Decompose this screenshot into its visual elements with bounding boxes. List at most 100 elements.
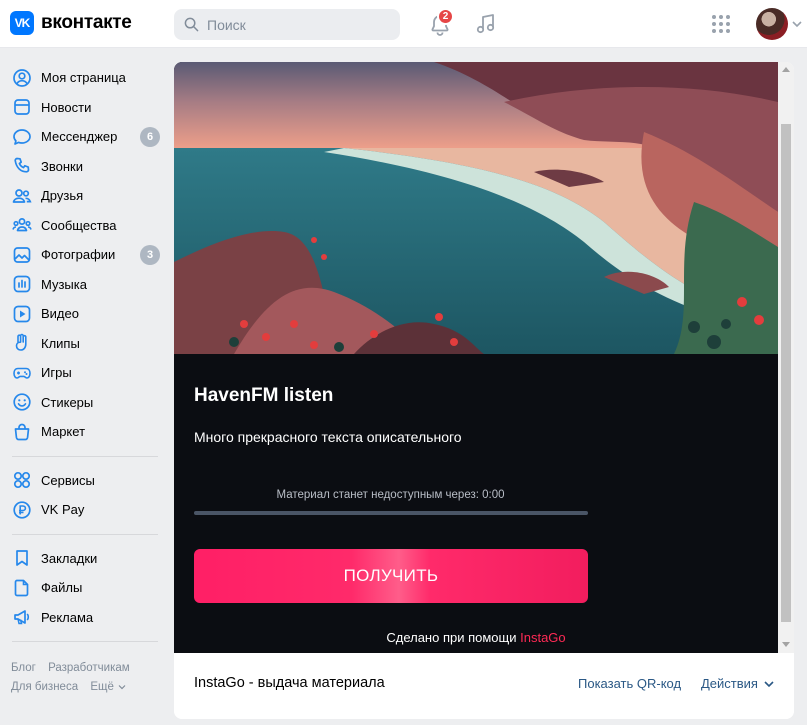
- made-with-credit: Сделано при помощи InstaGo: [174, 630, 778, 645]
- actions-dropdown[interactable]: Действия: [701, 676, 774, 691]
- sidebar-item-label: Моя страница: [41, 70, 126, 86]
- photos-count-badge: 3: [140, 244, 160, 265]
- search-icon: [184, 17, 199, 32]
- top-header: VK вконтакте Поиск 2: [0, 0, 807, 48]
- get-button[interactable]: ПОЛУЧИТЬ: [194, 549, 588, 603]
- sidebar-item-label: Сервисы: [41, 472, 95, 488]
- sidebar-item-bookmarks[interactable]: Закладки: [0, 544, 170, 574]
- timer-progress-bar: [194, 511, 588, 515]
- music-bars-icon: [13, 275, 31, 293]
- communities-icon: [12, 218, 32, 232]
- sidebar-divider: [12, 455, 158, 457]
- sidebar-item-label: Новости: [41, 99, 92, 115]
- sidebar-divider: [12, 533, 158, 535]
- sidebar-item-label: Файлы: [41, 580, 83, 596]
- photo-icon: [13, 246, 31, 263]
- sidebar-item-label: Музыка: [41, 276, 87, 292]
- sidebar-item-label: VK Pay: [41, 502, 85, 518]
- footer-link-business[interactable]: Для бизнеса: [11, 681, 78, 693]
- vk-logo-mark: VK: [10, 11, 34, 35]
- smile-icon: [13, 393, 31, 411]
- sidebar-item-label: Сообщества: [41, 217, 117, 233]
- availability-timer: Материал станет недоступным через: 0:00: [276, 489, 505, 501]
- sidebar-item-services[interactable]: Сервисы: [0, 466, 170, 496]
- apps-grid-icon[interactable]: [711, 14, 731, 34]
- sidebar-item-calls[interactable]: Звонки: [0, 152, 170, 182]
- search-placeholder: Поиск: [207, 16, 246, 33]
- chevron-down-icon[interactable]: [792, 20, 802, 28]
- chevron-down-icon: [764, 680, 774, 687]
- footer-link-blog[interactable]: Блог: [11, 662, 36, 674]
- messenger-count-badge: 6: [140, 126, 160, 147]
- market-bag-icon: [14, 423, 30, 441]
- sidebar-item-communities[interactable]: Сообщества: [0, 211, 170, 241]
- music-icon[interactable]: [474, 12, 498, 36]
- sidebar-item-label: Фотографии: [41, 247, 116, 263]
- sidebar-item-label: Стикеры: [41, 394, 94, 410]
- sidebar-item-label: Друзья: [41, 188, 84, 204]
- search-input[interactable]: Поиск: [174, 9, 400, 40]
- sidebar-item-clips[interactable]: Клипы: [0, 329, 170, 359]
- bookmark-icon: [16, 550, 28, 567]
- phone-icon: [14, 157, 30, 173]
- friends-icon: [12, 188, 32, 203]
- sidebar-item-label: Клипы: [41, 335, 80, 351]
- user-circle-icon: [13, 68, 31, 87]
- sidebar-item-label: Реклама: [41, 609, 94, 625]
- sidebar-item-label: Мессенджер: [41, 129, 118, 145]
- sidebar-item-messenger[interactable]: Мессенджер 6: [0, 122, 170, 152]
- sidebar-item-label: Игры: [41, 365, 72, 381]
- vk-logo-text: вконтакте: [41, 12, 132, 33]
- app-scrollbar[interactable]: [778, 62, 794, 653]
- app-name: InstaGo - выдача материала: [194, 675, 385, 691]
- sidebar-footer-links: Блог Разработчикам Для бизнеса Ещё: [11, 659, 161, 697]
- services-icon: [13, 472, 31, 489]
- sidebar-item-stickers[interactable]: Стикеры: [0, 388, 170, 418]
- video-icon: [13, 305, 31, 323]
- card-footer: InstaGo - выдача материала Показать QR-к…: [174, 653, 794, 719]
- file-icon: [14, 579, 29, 597]
- sidebar-item-label: Закладки: [41, 550, 98, 566]
- chevron-down-icon: [118, 685, 126, 690]
- ruble-icon: [13, 501, 31, 519]
- sidebar-item-label: Звонки: [41, 158, 83, 174]
- sidebar-item-video[interactable]: Видео: [0, 299, 170, 329]
- notification-badge: 2: [437, 8, 454, 25]
- sidebar-divider: [12, 641, 158, 642]
- sidebar-item-label: Маркет: [41, 424, 86, 440]
- avatar[interactable]: [756, 8, 788, 40]
- vk-logo[interactable]: VK вконтакте: [10, 11, 132, 35]
- show-qr-button[interactable]: Показать QR-код: [578, 676, 681, 691]
- sidebar-item-vk-pay[interactable]: VK Pay: [0, 495, 170, 525]
- hero-landscape-illustration: [174, 62, 778, 354]
- footer-link-developers[interactable]: Разработчикам: [48, 662, 130, 674]
- sidebar-item-market[interactable]: Маркет: [0, 417, 170, 447]
- app-title: HavenFM listen: [194, 385, 334, 406]
- sidebar-item-news[interactable]: Новости: [0, 93, 170, 123]
- made-with-prefix: Сделано при помощи: [386, 630, 521, 645]
- sidebar-item-photos[interactable]: Фотографии 3: [0, 240, 170, 270]
- sidebar-item-music[interactable]: Музыка: [0, 270, 170, 300]
- sidebar-item-files[interactable]: Файлы: [0, 573, 170, 603]
- sidebar-item-games[interactable]: Игры: [0, 358, 170, 388]
- sidebar-item-ads[interactable]: Реклама: [0, 603, 170, 633]
- gamepad-icon: [13, 367, 31, 379]
- news-icon: [14, 99, 30, 116]
- footer-link-more[interactable]: Ещё: [90, 681, 126, 693]
- scroll-up-arrow-icon[interactable]: [782, 67, 790, 72]
- actions-label: Действия: [701, 676, 758, 691]
- scroll-thumb[interactable]: [781, 124, 791, 622]
- clips-icon: [15, 334, 27, 352]
- megaphone-icon: [14, 610, 30, 625]
- left-sidebar: Моя страница Новости Мессенджер 6 Звонки…: [0, 63, 170, 651]
- app-card: HavenFM listen Много прекрасного текста …: [174, 62, 794, 719]
- sidebar-item-label: Видео: [41, 306, 79, 322]
- sidebar-item-my-page[interactable]: Моя страница: [0, 63, 170, 93]
- app-description: Много прекрасного текста описательного: [194, 429, 462, 445]
- instago-link[interactable]: InstaGo: [520, 630, 566, 645]
- footer-more-label: Ещё: [90, 681, 114, 693]
- app-iframe: HavenFM listen Много прекрасного текста …: [174, 62, 778, 653]
- sidebar-item-friends[interactable]: Друзья: [0, 181, 170, 211]
- message-icon: [13, 128, 31, 145]
- scroll-down-arrow-icon[interactable]: [782, 642, 790, 647]
